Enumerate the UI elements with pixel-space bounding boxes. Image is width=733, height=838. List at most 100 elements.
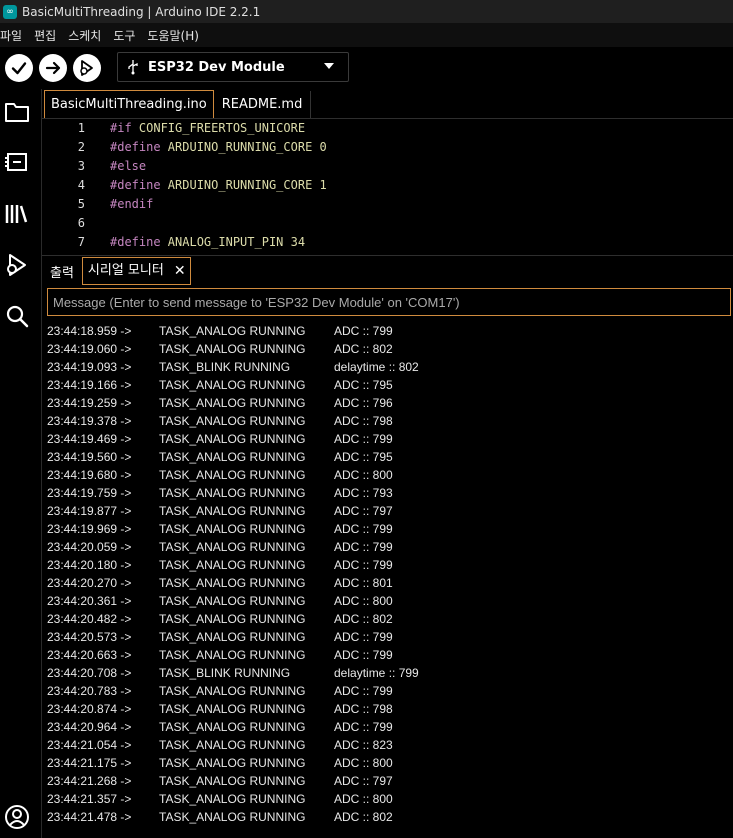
serial-task: TASK_ANALOG RUNNING bbox=[159, 774, 306, 788]
serial-value: ADC :: 799 bbox=[334, 522, 393, 536]
serial-value: ADC :: 798 bbox=[334, 414, 393, 428]
upload-button[interactable] bbox=[39, 54, 67, 82]
serial-value: ADC :: 800 bbox=[334, 594, 393, 608]
serial-line: 23:44:19.560 -> TASK_ANALOG RUNNING ADC ::… bbox=[47, 448, 733, 466]
serial-value: ADC :: 793 bbox=[334, 486, 393, 500]
serial-timestamp: 23:44:21.175 -> bbox=[47, 756, 132, 770]
tab-readme[interactable]: README.md bbox=[214, 91, 312, 118]
serial-line: 23:44:21.357 -> TASK_ANALOG RUNNING ADC ::… bbox=[47, 790, 733, 808]
menu-help[interactable]: 도움말(H) bbox=[147, 27, 205, 44]
serial-value: ADC :: 795 bbox=[334, 378, 393, 392]
serial-timestamp: 23:44:20.361 -> bbox=[47, 594, 132, 608]
serial-line: 23:44:20.482 -> TASK_ANALOG RUNNING ADC ::… bbox=[47, 610, 733, 628]
serial-task: TASK_ANALOG RUNNING bbox=[159, 486, 306, 500]
serial-line: 23:44:19.166 -> TASK_ANALOG RUNNING ADC ::… bbox=[47, 376, 733, 394]
menu-sketch[interactable]: 스케치 bbox=[68, 27, 107, 44]
panel-tabs: 출력 시리얼 모니터 ✕ bbox=[42, 256, 733, 286]
serial-output: 23:44:18.959 -> TASK_ANALOG RUNNING ADC ::… bbox=[47, 322, 733, 832]
serial-line: 23:44:19.060 -> TASK_ANALOG RUNNING ADC ::… bbox=[47, 340, 733, 358]
serial-line: 23:44:20.874 -> TASK_ANALOG RUNNING ADC ::… bbox=[47, 700, 733, 718]
serial-timestamp: 23:44:20.964 -> bbox=[47, 720, 132, 734]
code-line: 4 #define ARDUINO_RUNNING_CORE 1 bbox=[77, 178, 327, 192]
menu-file[interactable]: 파일 bbox=[0, 27, 28, 44]
serial-timestamp: 23:44:19.378 -> bbox=[47, 414, 132, 428]
tab-output[interactable]: 출력 bbox=[42, 262, 82, 281]
serial-task: TASK_ANALOG RUNNING bbox=[159, 558, 306, 572]
chevron-down-icon bbox=[324, 63, 334, 69]
serial-task: TASK_ANALOG RUNNING bbox=[159, 450, 306, 464]
serial-task: TASK_ANALOG RUNNING bbox=[159, 630, 306, 644]
code-editor[interactable]: 1 #if CONFIG_FREERTOS_UNICORE 2 #define AR… bbox=[42, 119, 733, 255]
board-name: ESP32 Dev Module bbox=[148, 59, 285, 75]
serial-line: 23:44:19.759 -> TASK_ANALOG RUNNING ADC ::… bbox=[47, 484, 733, 502]
library-icon[interactable] bbox=[4, 201, 30, 227]
debug-button[interactable] bbox=[73, 54, 101, 82]
serial-line: 23:44:19.969 -> TASK_ANALOG RUNNING ADC ::… bbox=[47, 520, 733, 538]
serial-line: 23:44:21.478 -> TASK_ANALOG RUNNING ADC ::… bbox=[47, 808, 733, 826]
usb-icon bbox=[118, 59, 148, 75]
board-manager-icon[interactable] bbox=[4, 149, 30, 175]
serial-timestamp: 23:44:19.969 -> bbox=[47, 522, 132, 536]
serial-line: 23:44:19.259 -> TASK_ANALOG RUNNING ADC ::… bbox=[47, 394, 733, 412]
serial-value: ADC :: 802 bbox=[334, 612, 393, 626]
serial-timestamp: 23:44:20.708 -> bbox=[47, 666, 132, 680]
serial-line: 23:44:19.093 -> TASK_BLINK RUNNING delayti… bbox=[47, 358, 733, 376]
tab-serial-monitor[interactable]: 시리얼 모니터 ✕ bbox=[81, 257, 191, 285]
board-selector[interactable]: ESP32 Dev Module bbox=[117, 52, 349, 82]
serial-timestamp: 23:44:20.874 -> bbox=[47, 702, 132, 716]
serial-value: ADC :: 799 bbox=[334, 630, 393, 644]
serial-line: 23:44:21.054 -> TASK_ANALOG RUNNING ADC ::… bbox=[47, 736, 733, 754]
serial-value: ADC :: 799 bbox=[334, 720, 393, 734]
toolbar: ESP32 Dev Module bbox=[0, 47, 733, 89]
serial-timestamp: 23:44:19.759 -> bbox=[47, 486, 132, 500]
serial-task: TASK_ANALOG RUNNING bbox=[159, 468, 306, 482]
serial-value: ADC :: 802 bbox=[334, 810, 393, 824]
serial-timestamp: 23:44:21.054 -> bbox=[47, 738, 132, 752]
serial-timestamp: 23:44:19.469 -> bbox=[47, 432, 132, 446]
verify-button[interactable] bbox=[5, 54, 33, 82]
serial-task: TASK_BLINK RUNNING bbox=[159, 360, 291, 374]
serial-value: ADC :: 799 bbox=[334, 540, 393, 554]
serial-timestamp: 23:44:19.166 -> bbox=[47, 378, 132, 392]
tab-basicmultithreading[interactable]: BasicMultiThreading.ino bbox=[44, 90, 214, 118]
search-icon[interactable] bbox=[4, 303, 30, 329]
account-icon[interactable] bbox=[4, 804, 30, 830]
menu-edit[interactable]: 편집 bbox=[34, 27, 62, 44]
serial-timestamp: 23:44:20.270 -> bbox=[47, 576, 132, 590]
serial-task: TASK_ANALOG RUNNING bbox=[159, 324, 306, 338]
serial-timestamp: 23:44:19.093 -> bbox=[47, 360, 132, 374]
serial-line: 23:44:20.180 -> TASK_ANALOG RUNNING ADC ::… bbox=[47, 556, 733, 574]
close-icon[interactable]: ✕ bbox=[174, 258, 186, 284]
serial-task: TASK_ANALOG RUNNING bbox=[159, 738, 306, 752]
serial-message-input[interactable] bbox=[47, 288, 731, 316]
serial-value: ADC :: 800 bbox=[334, 468, 393, 482]
serial-line: 23:44:20.361 -> TASK_ANALOG RUNNING ADC ::… bbox=[47, 592, 733, 610]
code-line: 2 #define ARDUINO_RUNNING_CORE 0 bbox=[77, 140, 327, 154]
serial-task: TASK_ANALOG RUNNING bbox=[159, 684, 306, 698]
serial-timestamp: 23:44:20.573 -> bbox=[47, 630, 132, 644]
serial-timestamp: 23:44:20.180 -> bbox=[47, 558, 132, 572]
serial-task: TASK_ANALOG RUNNING bbox=[159, 720, 306, 734]
tab-serial-monitor-label: 시리얼 모니터 bbox=[87, 263, 164, 278]
serial-value: ADC :: 798 bbox=[334, 702, 393, 716]
code-line: 1 #if CONFIG_FREERTOS_UNICORE bbox=[77, 121, 306, 135]
serial-value: ADC :: 799 bbox=[334, 684, 393, 698]
serial-value: ADC :: 800 bbox=[334, 756, 393, 770]
debug-icon[interactable] bbox=[4, 252, 30, 278]
folder-icon[interactable] bbox=[4, 99, 30, 125]
check-icon bbox=[11, 62, 27, 75]
serial-task: TASK_ANALOG RUNNING bbox=[159, 612, 306, 626]
serial-value: ADC :: 823 bbox=[334, 738, 393, 752]
serial-value: ADC :: 795 bbox=[334, 450, 393, 464]
serial-timestamp: 23:44:19.060 -> bbox=[47, 342, 132, 356]
code-line: 7 #define ANALOG_INPUT_PIN 34 bbox=[77, 235, 306, 249]
serial-task: TASK_ANALOG RUNNING bbox=[159, 396, 306, 410]
menu-bar: 파일 편집 스케치 도구 도움말(H) bbox=[0, 23, 733, 47]
menu-tools[interactable]: 도구 bbox=[113, 27, 141, 44]
serial-task: TASK_BLINK RUNNING bbox=[159, 666, 291, 680]
serial-timestamp: 23:44:21.357 -> bbox=[47, 792, 132, 806]
serial-timestamp: 23:44:19.560 -> bbox=[47, 450, 132, 464]
serial-timestamp: 23:44:19.877 -> bbox=[47, 504, 132, 518]
serial-line: 23:44:21.268 -> TASK_ANALOG RUNNING ADC ::… bbox=[47, 772, 733, 790]
serial-line: 23:44:18.959 -> TASK_ANALOG RUNNING ADC ::… bbox=[47, 322, 733, 340]
